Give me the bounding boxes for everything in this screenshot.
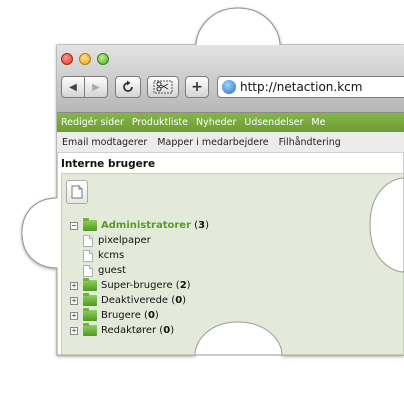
user-tree-panel: − Administratorer (3) pixelpaper kcms gu…	[61, 173, 404, 355]
reload-button[interactable]	[115, 76, 141, 98]
sub-nav: Email modtagerer Mapper i medarbejdere F…	[57, 132, 404, 153]
minimize-window-button[interactable]	[79, 53, 91, 65]
reload-icon	[123, 80, 133, 92]
browser-titlebar: ◀ ▶ + http://netaction.kcm	[57, 45, 404, 113]
tree-node-count: 2	[179, 280, 187, 291]
folder-icon	[83, 278, 97, 291]
tree-node-group[interactable]: + Super-brugere (2)	[70, 278, 209, 293]
sub-nav-item[interactable]: Email modtagerer	[57, 137, 152, 148]
globe-icon	[222, 80, 236, 94]
tree-node-count: 0	[163, 325, 171, 336]
folder-icon	[83, 308, 97, 321]
folder-icon	[83, 323, 97, 336]
sub-nav-item[interactable]: Mapper i medarbejdere	[152, 137, 273, 148]
page-icon	[83, 234, 93, 247]
main-nav-item[interactable]: Me	[307, 117, 329, 128]
folder-icon	[83, 218, 97, 231]
main-nav-item[interactable]: Produktliste	[128, 117, 192, 128]
tree-leaf-user[interactable]: pixelpaper	[70, 233, 209, 248]
main-nav-item[interactable]: Redigér sider	[57, 117, 128, 128]
new-document-icon	[71, 185, 83, 199]
tree-leaf-user[interactable]: guest	[70, 263, 209, 278]
address-url: http://netaction.kcm	[240, 80, 363, 94]
tree-leaf-label[interactable]: guest	[98, 265, 126, 276]
tree-node-count: 0	[147, 310, 155, 321]
main-nav-item[interactable]: Nyheder	[192, 117, 240, 128]
expand-icon[interactable]: +	[70, 281, 78, 290]
tree-node-group[interactable]: + Deaktiverede (0)	[70, 293, 209, 308]
tree-node-label[interactable]: Super-brugere	[101, 280, 173, 291]
main-nav: Redigér sider Produktliste Nyheder Udsen…	[57, 113, 404, 132]
address-bar[interactable]: http://netaction.kcm	[217, 76, 404, 98]
user-tree: − Administratorer (3) pixelpaper kcms gu…	[70, 218, 209, 338]
expand-icon[interactable]: +	[70, 326, 78, 335]
tree-leaf-label[interactable]: pixelpaper	[98, 235, 151, 246]
tree-node-count: 3	[198, 220, 206, 231]
sub-nav-item[interactable]: Filhåndtering	[274, 137, 346, 148]
add-bookmark-button[interactable]: +	[185, 76, 209, 98]
tree-node-count: 0	[175, 295, 183, 306]
back-button[interactable]: ◀	[61, 76, 85, 98]
expand-icon[interactable]: +	[70, 296, 78, 305]
tree-node-group[interactable]: + Brugere (0)	[70, 308, 209, 323]
plus-icon: +	[191, 79, 203, 95]
forward-arrow-icon: ▶	[92, 81, 100, 93]
tree-leaf-label[interactable]: kcms	[98, 250, 124, 261]
page-icon	[83, 249, 93, 262]
section-title: Interne brugere	[61, 158, 156, 170]
browser-window: ◀ ▶ + http://netaction.kcm Redigér sider…	[57, 45, 404, 355]
tree-node-label[interactable]: Administratorer	[101, 220, 191, 231]
close-window-button[interactable]	[61, 53, 73, 65]
new-document-button[interactable]	[66, 180, 88, 204]
scissors-icon	[153, 80, 173, 94]
folder-icon	[83, 293, 97, 306]
main-nav-item[interactable]: Udsendelser	[240, 117, 307, 128]
expand-icon[interactable]: +	[70, 311, 78, 320]
tree-node-label[interactable]: Redaktører	[101, 325, 156, 336]
tree-node-administratorer[interactable]: − Administratorer (3)	[70, 218, 209, 233]
collapse-icon[interactable]: −	[70, 221, 78, 230]
tree-node-group[interactable]: + Redaktører (0)	[70, 323, 209, 338]
tree-leaf-user[interactable]: kcms	[70, 248, 209, 263]
snippet-button[interactable]	[147, 76, 179, 98]
zoom-window-button[interactable]	[97, 53, 109, 65]
tree-node-label[interactable]: Brugere	[101, 310, 141, 321]
back-arrow-icon: ◀	[69, 81, 77, 93]
tree-node-label[interactable]: Deaktiverede	[101, 295, 168, 306]
forward-button[interactable]: ▶	[84, 76, 108, 98]
page-icon	[83, 264, 93, 277]
